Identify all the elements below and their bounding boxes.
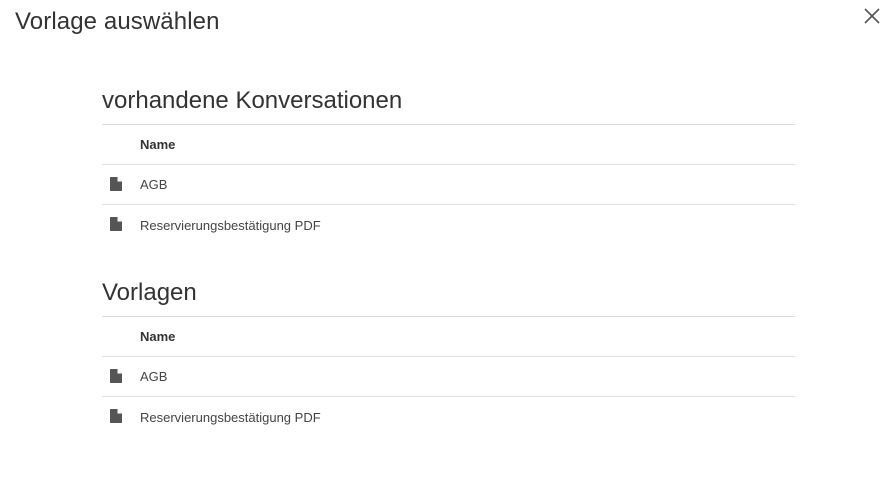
row-name: AGB bbox=[140, 177, 168, 192]
table-row[interactable]: Reservierungsbestätigung PDF bbox=[102, 205, 795, 245]
dialog-title: Vorlage auswählen bbox=[15, 8, 220, 35]
table-row[interactable]: AGB bbox=[102, 357, 795, 397]
close-icon bbox=[864, 8, 880, 24]
file-icon bbox=[110, 369, 122, 383]
row-name: Reservierungsbestätigung PDF bbox=[140, 217, 321, 233]
row-name: AGB bbox=[140, 369, 168, 384]
conversations-section: vorhandene Konversationen Name AGB Reser… bbox=[102, 85, 795, 245]
file-icon bbox=[110, 217, 122, 231]
template-select-dialog: Vorlage auswählen vorhandene Konversatio… bbox=[0, 0, 891, 478]
section-heading: vorhandene Konversationen bbox=[102, 85, 795, 125]
table-row[interactable]: Reservierungsbestätigung PDF bbox=[102, 397, 795, 437]
column-header-name[interactable]: Name bbox=[140, 137, 175, 152]
table-header: Name bbox=[102, 125, 795, 165]
table-row[interactable]: AGB bbox=[102, 165, 795, 205]
table-header: Name bbox=[102, 317, 795, 357]
file-icon bbox=[110, 409, 122, 423]
templates-section: Vorlagen Name AGB Reservierungsbestätigu… bbox=[102, 277, 795, 437]
file-icon bbox=[110, 177, 122, 191]
section-heading: Vorlagen bbox=[102, 277, 795, 317]
close-button[interactable] bbox=[862, 6, 882, 26]
row-name: Reservierungsbestätigung PDF bbox=[140, 409, 321, 425]
column-header-name[interactable]: Name bbox=[140, 329, 175, 344]
